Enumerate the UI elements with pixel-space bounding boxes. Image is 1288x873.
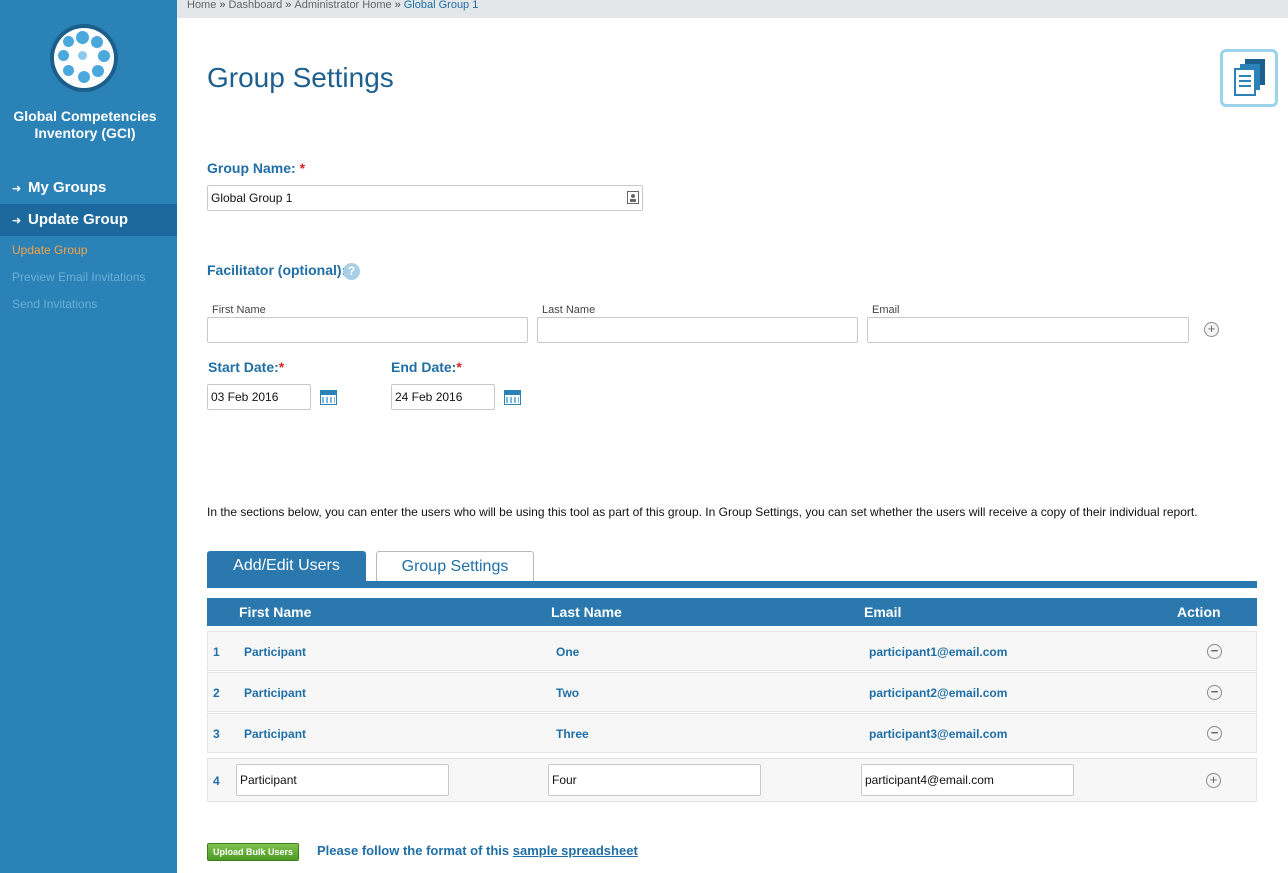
document-icon (1234, 59, 1265, 96)
facilitator-label: Facilitator (optional): (207, 262, 347, 278)
row-number: 2 (213, 686, 220, 700)
nav-label: My Groups (28, 179, 107, 196)
row-number: 1 (213, 645, 220, 659)
arrow-right-icon: ➜ (12, 183, 22, 195)
group-name-input[interactable] (207, 185, 643, 211)
row-email[interactable]: participant3@email.com (869, 727, 1007, 741)
info-text: In the sections below, you can enter the… (207, 505, 1198, 519)
tab-group-settings[interactable]: Group Settings (376, 551, 534, 581)
table-row: 2 Participant Two participant2@email.com… (207, 672, 1257, 712)
new-user-email-input[interactable] (861, 764, 1074, 796)
breadcrumb-separator: » (394, 0, 401, 11)
row-number: 4 (213, 774, 220, 788)
header-first-name: First Name (239, 604, 312, 620)
breadcrumb-separator: » (219, 0, 226, 11)
breadcrumb-home[interactable]: Home (187, 0, 216, 11)
required-mark: * (278, 359, 285, 375)
remove-user-minus-icon[interactable]: − (1207, 644, 1222, 659)
end-date-label: End Date:* (391, 359, 462, 375)
group-name-label: Group Name: * (207, 160, 305, 176)
nav-update-group[interactable]: ➜ Update Group (0, 204, 177, 236)
facilitator-last-name-input[interactable] (537, 317, 858, 343)
table-row: 3 Participant Three participant3@email.c… (207, 713, 1257, 753)
subnav-preview-email-invitations[interactable]: Preview Email Invitations (12, 270, 145, 284)
table-row: 1 Participant One participant1@email.com… (207, 631, 1257, 671)
sample-spreadsheet-note: Please follow the format of this sample … (317, 843, 638, 858)
page-title: Group Settings (207, 62, 394, 93)
facilitator-first-name-input[interactable] (207, 317, 528, 343)
start-date-label-text: Start Date: (208, 359, 279, 375)
breadcrumb-separator: » (285, 0, 292, 11)
row-email[interactable]: participant1@email.com (869, 645, 1007, 659)
tab-add-edit-users[interactable]: Add/Edit Users (207, 551, 366, 581)
start-date-label: Start Date:* (208, 359, 284, 375)
header-email: Email (864, 604, 902, 620)
end-date-label-text: End Date: (391, 359, 457, 375)
start-date-input[interactable] (207, 384, 311, 410)
help-icon[interactable]: ? (343, 263, 360, 280)
end-date-input[interactable] (391, 384, 495, 410)
row-number: 3 (213, 727, 220, 741)
arrow-right-icon: ➜ (12, 215, 22, 227)
row-last-name[interactable]: One (556, 645, 579, 659)
required-mark: * (456, 359, 462, 375)
sample-spreadsheet-link[interactable]: sample spreadsheet (513, 843, 638, 858)
sidebar: Global Competencies Inventory (GCI) ➜ My … (0, 0, 177, 873)
breadcrumb: Home» Dashboard» Administrator Home» Global… (177, 0, 1288, 18)
row-email[interactable]: participant2@email.com (869, 686, 1007, 700)
new-user-first-name-input[interactable] (236, 764, 449, 796)
contact-card-icon (627, 191, 639, 204)
row-first-name[interactable]: Participant (244, 645, 306, 659)
add-facilitator-plus-icon[interactable]: + (1204, 322, 1219, 337)
row-last-name[interactable]: Two (556, 686, 579, 700)
row-last-name[interactable]: Three (556, 727, 589, 741)
header-action: Action (1177, 604, 1221, 620)
facilitator-email-label: Email (872, 304, 900, 316)
row-first-name[interactable]: Participant (244, 686, 306, 700)
start-date-calendar-icon[interactable] (320, 390, 337, 405)
add-user-plus-icon[interactable]: + (1206, 773, 1221, 788)
group-name-label-text: Group Name: (207, 160, 296, 176)
facilitator-email-input[interactable] (867, 317, 1189, 343)
new-user-last-name-input[interactable] (548, 764, 761, 796)
app-title: Global Competencies Inventory (GCI) (0, 108, 170, 142)
follow-text: Please follow the format of this (317, 843, 510, 858)
header-last-name: Last Name (551, 604, 622, 620)
remove-user-minus-icon[interactable]: − (1207, 685, 1222, 700)
end-date-calendar-icon[interactable] (504, 390, 521, 405)
breadcrumb-admin-home[interactable]: Administrator Home (294, 0, 391, 11)
facilitator-first-name-label: First Name (212, 304, 266, 316)
app-title-line2: Inventory (GCI) (34, 125, 136, 141)
app-title-line1: Global Competencies (13, 108, 157, 124)
row-first-name[interactable]: Participant (244, 727, 306, 741)
nav-label: Update Group (28, 211, 128, 228)
breadcrumb-dashboard[interactable]: Dashboard (228, 0, 282, 11)
gci-logo (50, 24, 118, 92)
upload-bulk-users-button[interactable]: Upload Bulk Users (207, 843, 299, 861)
nav-my-groups[interactable]: ➜ My Groups (0, 172, 177, 204)
tab-underline (207, 581, 1257, 588)
subnav-update-group[interactable]: Update Group (12, 243, 87, 257)
users-table-header: First Name Last Name Email Action (207, 598, 1257, 626)
remove-user-minus-icon[interactable]: − (1207, 726, 1222, 741)
required-mark: * (299, 160, 306, 176)
breadcrumb-current: Global Group 1 (403, 0, 479, 11)
facilitator-last-name-label: Last Name (542, 304, 596, 316)
subnav-send-invitations[interactable]: Send Invitations (12, 297, 97, 311)
document-button[interactable] (1220, 49, 1278, 107)
